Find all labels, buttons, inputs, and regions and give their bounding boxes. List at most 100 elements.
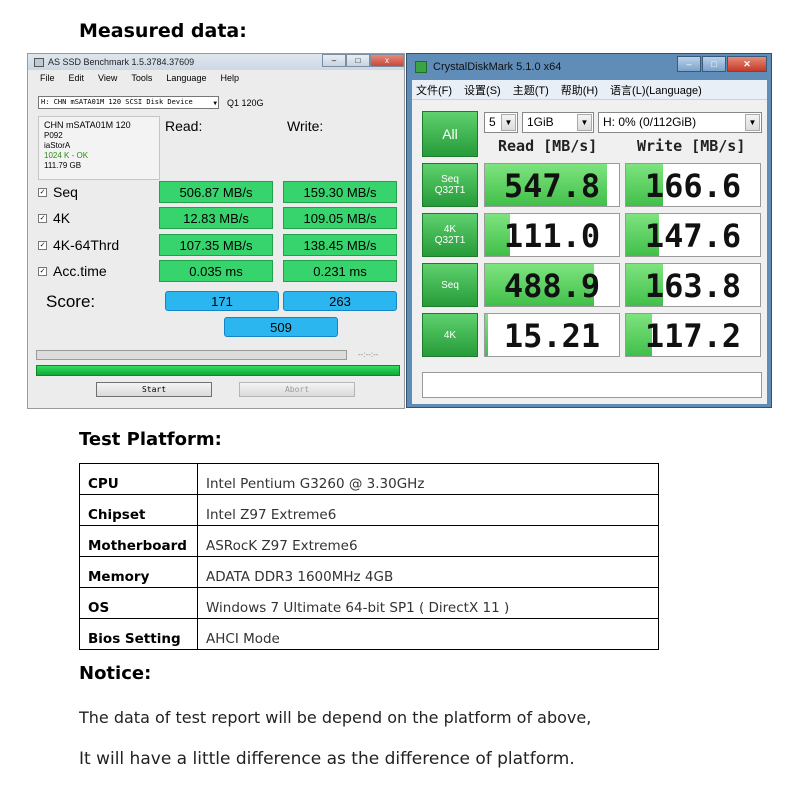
drive-select[interactable]: H: 0% (0/112GiB) ▼ <box>598 112 762 133</box>
read-header: Read [MB/s] <box>498 137 598 155</box>
4k-read-value: 12.83 MB/s <box>159 207 273 229</box>
test-button-1[interactable]: 4K Q32T1 <box>422 213 478 257</box>
all-button[interactable]: All <box>422 111 478 157</box>
count-select-value: 5 <box>489 115 496 129</box>
chevron-down-icon: ▼ <box>213 100 217 107</box>
notice-line-2: It will have a little difference as the … <box>79 749 575 769</box>
cdm-menubar: 文件(F) 设置(S) 主题(T) 帮助(H) 语言(L)(Language) <box>412 80 767 100</box>
chevron-down-icon: ▼ <box>745 114 760 131</box>
close-icon[interactable]: ✕ <box>727 56 767 72</box>
app-icon <box>415 61 427 73</box>
spec-value: Intel Pentium G3260 @ 3.30GHz <box>197 463 659 495</box>
as-ssd-window: AS SSD Benchmark 1.5.3784.37609 – □ x Fi… <box>27 53 405 409</box>
menu-view[interactable]: View <box>98 73 117 83</box>
acctime-read-value: 0.035 ms <box>159 260 273 282</box>
spec-key: Memory <box>79 556 198 588</box>
test-button-0[interactable]: Seq Q32T1 <box>422 163 478 207</box>
as-ssd-title: AS SSD Benchmark 1.5.3784.37609 <box>48 57 195 67</box>
test-platform-heading: Test Platform: <box>79 429 222 450</box>
test-row-acctime: ✓ Acc.time <box>38 259 107 283</box>
notice-heading: Notice: <box>79 663 152 684</box>
4k64-read-value: 107.35 MB/s <box>159 234 273 256</box>
spec-key: Motherboard <box>79 525 198 557</box>
size-select[interactable]: 1GiB ▼ <box>522 112 594 133</box>
table-row: CPU Intel Pentium G3260 @ 3.30GHz <box>79 463 659 495</box>
platform-table: CPU Intel Pentium G3260 @ 3.30GHz Chipse… <box>79 463 659 650</box>
test-button-label: 4K <box>443 329 457 341</box>
spec-value: Windows 7 Ultimate 64-bit SP1 ( DirectX … <box>197 587 659 619</box>
test-label: 4K <box>53 210 71 226</box>
acctime-write-value: 0.231 ms <box>283 260 397 282</box>
test-label: 4K-64Thrd <box>53 237 120 253</box>
test-row-4k64: ✓ 4K-64Thrd <box>38 233 119 257</box>
write-result-value: 147.6 <box>644 217 742 255</box>
spec-key: CPU <box>79 463 198 495</box>
read-result-1: 111.0 <box>484 213 620 257</box>
menu-language[interactable]: Language <box>166 73 206 83</box>
write-result-value: 163.8 <box>644 267 742 305</box>
comment-field[interactable] <box>422 372 762 398</box>
checkbox-acctime[interactable]: ✓ <box>38 266 47 276</box>
test-progress-bar <box>36 350 347 360</box>
menu-settings[interactable]: 设置(S) <box>464 82 501 98</box>
drive-select-value: H: 0% (0/112GiB) <box>603 115 697 129</box>
test-label: Seq <box>53 184 78 200</box>
test-button-label: Seq <box>441 279 459 291</box>
cdm-client-area: 文件(F) 设置(S) 主题(T) 帮助(H) 语言(L)(Language) … <box>412 80 767 404</box>
test-label: Acc.time <box>53 263 107 279</box>
crystaldiskmark-window: CrystalDiskMark 5.1.0 x64 – □ ✕ 文件(F) 设置… <box>406 53 772 408</box>
4k-write-value: 109.05 MB/s <box>283 207 397 229</box>
write-result-value: 117.2 <box>644 317 742 355</box>
read-result-2: 488.9 <box>484 263 620 307</box>
test-button-3[interactable]: 4K <box>422 313 478 357</box>
test-row-4k: ✓ 4K <box>38 206 70 230</box>
4k64-write-value: 138.45 MB/s <box>283 234 397 256</box>
menu-theme[interactable]: 主题(T) <box>513 82 549 98</box>
menu-file[interactable]: 文件(F) <box>416 82 452 98</box>
info-firmware: P092 <box>44 131 63 140</box>
menu-language[interactable]: 语言(L)(Language) <box>610 82 702 98</box>
write-result-0: 166.6 <box>625 163 761 207</box>
maximize-icon[interactable]: □ <box>702 56 726 72</box>
device-info: CHN mSATA01M 120 P092 iaStorA 1024 K - O… <box>38 116 160 180</box>
start-button[interactable]: Start <box>96 382 212 397</box>
score-total: 509 <box>224 317 338 337</box>
score-label: Score: <box>46 292 96 311</box>
read-result-value: 111.0 <box>503 217 601 255</box>
count-select[interactable]: 5 ▼ <box>484 112 518 133</box>
seq-write-value: 159.30 MB/s <box>283 181 397 203</box>
maximize-icon[interactable]: □ <box>346 54 370 67</box>
write-header: Write: <box>287 118 324 134</box>
menu-edit[interactable]: Edit <box>69 73 85 83</box>
spec-value: ADATA DDR3 1600MHz 4GB <box>197 556 659 588</box>
test-row-seq: ✓ Seq <box>38 180 78 204</box>
app-icon <box>34 57 44 67</box>
minimize-icon[interactable]: – <box>677 56 701 72</box>
minimize-icon[interactable]: – <box>322 54 346 67</box>
test-button-2[interactable]: Seq <box>422 263 478 307</box>
score-read: 171 <box>165 291 279 311</box>
as-ssd-menubar: File Edit View Tools Language Help <box>28 70 404 86</box>
score-write: 263 <box>283 291 397 311</box>
table-row: Bios Setting AHCI Mode <box>79 618 659 650</box>
menu-help[interactable]: Help <box>220 73 239 83</box>
menu-file[interactable]: File <box>40 73 55 83</box>
notice-line-1: The data of test report will be depend o… <box>79 708 592 727</box>
cdm-title: CrystalDiskMark 5.1.0 x64 <box>433 61 562 73</box>
device-model: Q1 120G <box>227 97 264 108</box>
info-alignment: 1024 K - OK <box>44 151 89 160</box>
spec-value: ASRocK Z97 Extreme6 <box>197 525 659 557</box>
close-icon[interactable]: x <box>370 54 404 67</box>
device-select[interactable]: H: CHN mSATA01M 120 SCSI Disk Device ▼ <box>38 96 219 109</box>
menu-tools[interactable]: Tools <box>131 73 152 83</box>
elapsed-time: --:--:-- <box>358 350 379 359</box>
checkbox-seq[interactable]: ✓ <box>38 187 47 197</box>
write-result-2: 163.8 <box>625 263 761 307</box>
write-result-3: 117.2 <box>625 313 761 357</box>
checkbox-4k[interactable]: ✓ <box>38 213 47 223</box>
menu-help[interactable]: 帮助(H) <box>561 82 598 98</box>
checkbox-4k64[interactable]: ✓ <box>38 240 47 250</box>
info-model: CHN mSATA01M 120 <box>44 120 131 130</box>
abort-button[interactable]: Abort <box>239 382 355 397</box>
info-capacity: 111.79 GB <box>44 161 82 170</box>
